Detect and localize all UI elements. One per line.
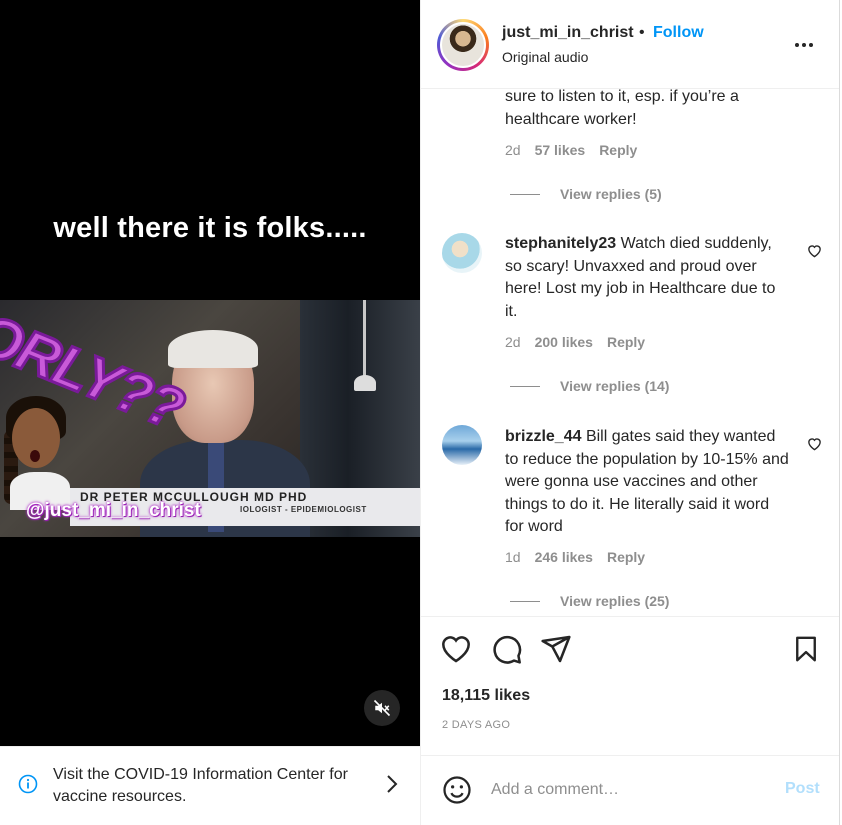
muted-speaker-icon [373, 699, 391, 717]
lower-third-role: IOLOGIST - EPIDEMIOLOGIST [240, 505, 367, 514]
save-bookmark-icon[interactable] [791, 633, 821, 665]
post-side-panel: just_mi_in_christ • Follow Original audi… [420, 0, 840, 825]
commenter-avatar[interactable] [442, 425, 482, 465]
like-comment-heart-icon[interactable] [807, 244, 822, 258]
comment-age: 2d [505, 334, 521, 350]
like-heart-icon[interactable] [440, 633, 472, 665]
emoji-icon[interactable] [442, 775, 472, 805]
reply-button[interactable]: Reply [599, 142, 637, 158]
view-replies-button[interactable]: View replies (25) [510, 593, 669, 609]
mute-button[interactable] [364, 690, 400, 726]
commenter-username[interactable]: stephanitely23 [505, 235, 616, 252]
reel-video[interactable]: well there it is folks..... DR PETER MCC… [0, 0, 420, 746]
comment-bubble-icon[interactable] [491, 633, 523, 665]
info-icon [18, 774, 38, 794]
view-replies-button[interactable]: View replies (14) [510, 378, 669, 394]
comment-age: 2d [505, 142, 521, 158]
reply-button[interactable]: Reply [607, 334, 645, 350]
comment-age: 1d [505, 549, 521, 565]
instagram-post-modal: well there it is folks..... DR PETER MCC… [0, 0, 842, 825]
comment-body: brizzle_44 Bill gates said they wanted t… [505, 426, 790, 539]
commenter-avatar[interactable] [442, 233, 482, 273]
reply-button[interactable]: Reply [607, 549, 645, 565]
comments-list[interactable]: sure to listen to it, esp. if you’re a h… [421, 89, 839, 616]
comment-text: sure to listen to it, esp. if you’re a h… [505, 89, 739, 128]
covid-info-banner[interactable]: Visit the COVID-19 Information Center fo… [0, 746, 420, 825]
audio-label[interactable]: Original audio [502, 49, 588, 65]
comment-body: stephanitely23 Watch died suddenly, so s… [505, 233, 780, 323]
header-separator: • [639, 24, 645, 41]
view-replies-button[interactable]: View replies (5) [510, 186, 662, 202]
post-likes-count[interactable]: 18,115 likes [442, 687, 530, 705]
post-actions: 18,115 likes 2 DAYS AGO [421, 616, 839, 755]
bitmoji-sticker [0, 390, 80, 510]
follow-button[interactable]: Follow [653, 24, 704, 42]
commenter-username[interactable]: brizzle_44 [505, 428, 581, 445]
comment-meta: 2d 57 likes Reply [505, 142, 637, 158]
comment-likes[interactable]: 200 likes [535, 334, 593, 350]
more-options-icon[interactable] [793, 34, 815, 56]
author-username[interactable]: just_mi_in_christ [502, 24, 634, 42]
comment-meta: 1d 246 likes Reply [505, 549, 645, 565]
post-comment-button[interactable]: Post [785, 780, 820, 798]
comment-likes[interactable]: 57 likes [535, 142, 586, 158]
like-comment-heart-icon[interactable] [807, 437, 822, 451]
post-timestamp: 2 DAYS AGO [442, 719, 511, 731]
comment-likes[interactable]: 246 likes [535, 549, 593, 565]
post-header: just_mi_in_christ • Follow Original audi… [421, 0, 839, 89]
add-comment-bar: Post [421, 755, 839, 825]
video-handle-tag: @just_mi_in_christ [26, 500, 201, 521]
chevron-right-icon [387, 775, 398, 793]
video-caption: well there it is folks..... [53, 212, 367, 244]
comment-input[interactable] [491, 778, 771, 802]
author-avatar[interactable] [437, 19, 489, 71]
covid-banner-text: Visit the COVID-19 Information Center fo… [53, 766, 348, 805]
comment-meta: 2d 200 likes Reply [505, 334, 645, 350]
share-send-icon[interactable] [540, 633, 572, 665]
